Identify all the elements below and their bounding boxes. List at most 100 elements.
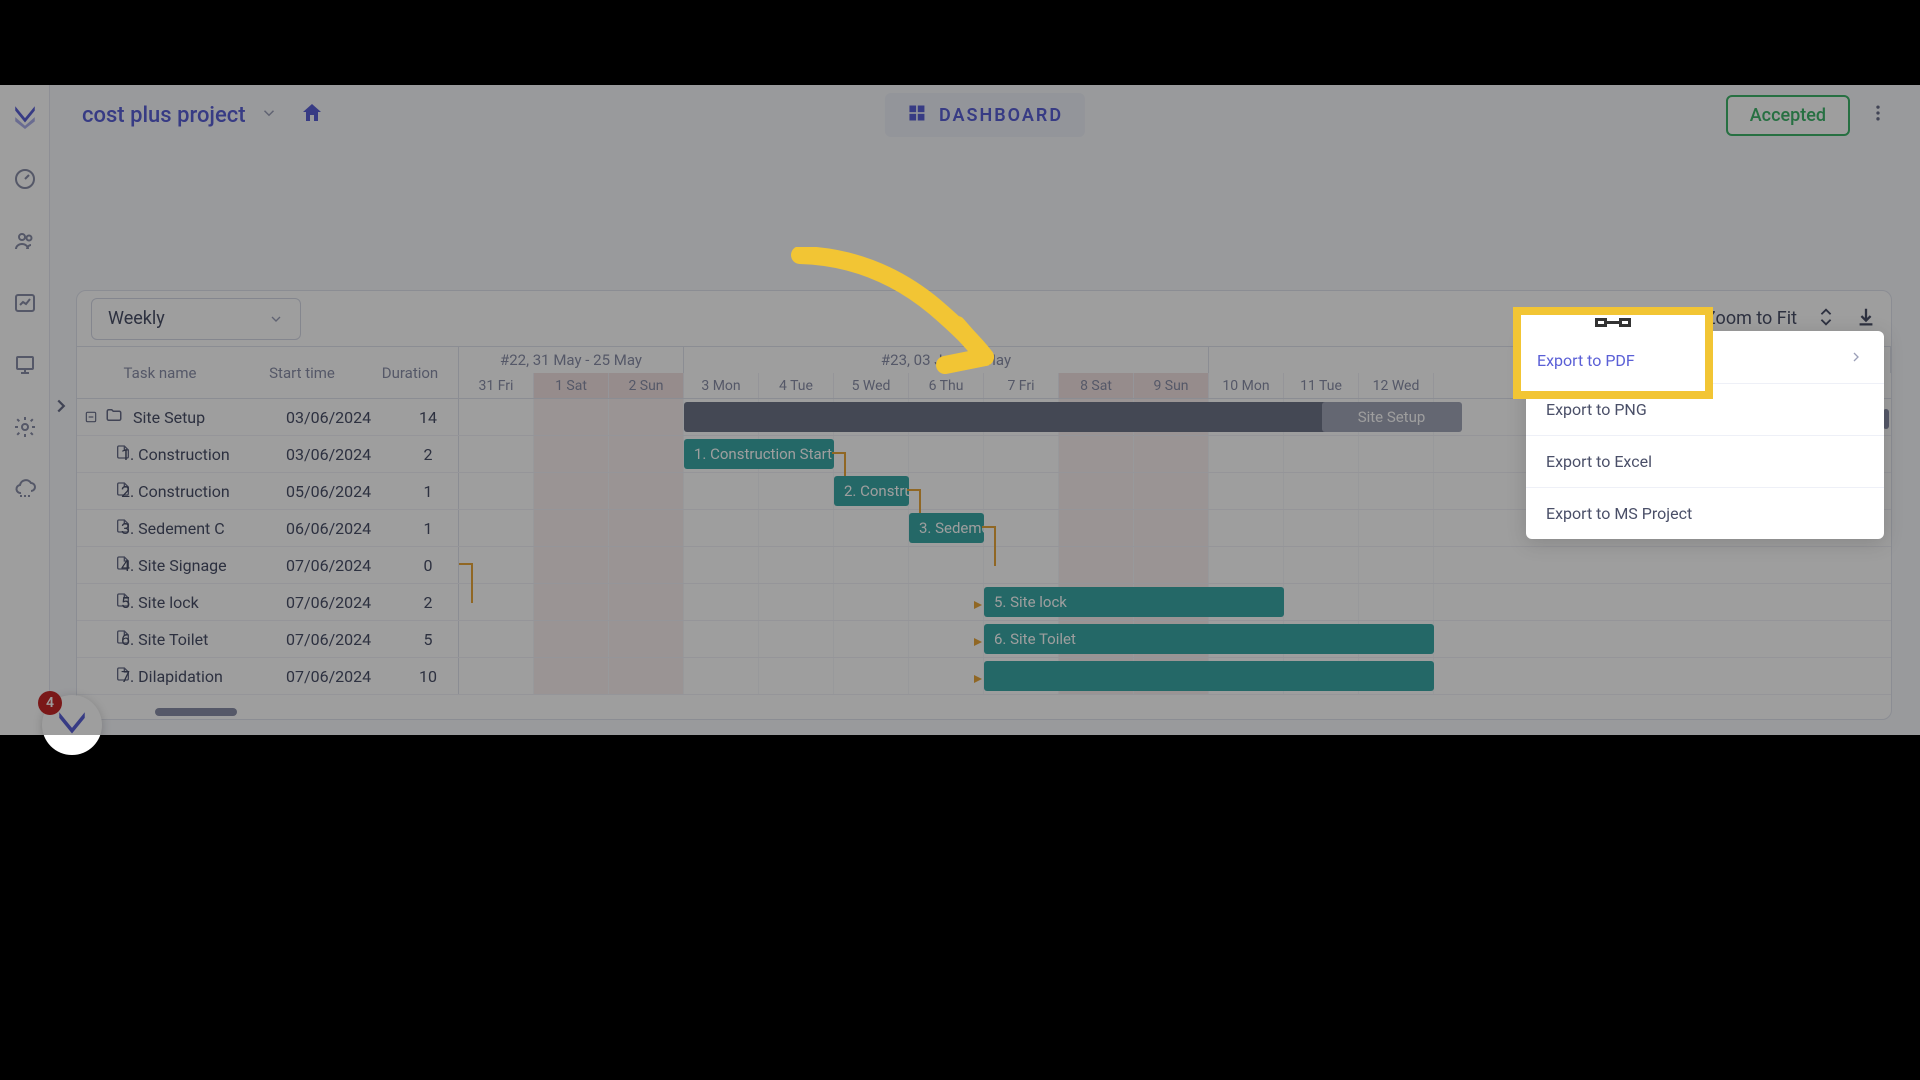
horizontal-scrollbar[interactable] <box>155 708 237 716</box>
task-duration: 5 <box>398 630 458 649</box>
day-cell: 10 Mon <box>1209 373 1284 398</box>
export-png[interactable]: Export to PNG <box>1526 384 1884 436</box>
task-duration: 2 <box>398 445 458 464</box>
day-cell: 2 Sun <box>609 373 684 398</box>
day-cell: 5 Wed <box>834 373 909 398</box>
collapse-icon[interactable] <box>77 410 105 424</box>
dependency-arrow <box>972 670 984 689</box>
day-cell: 11 Tue <box>1284 373 1359 398</box>
file-icon <box>77 555 115 575</box>
task-start: 07/06/2024 <box>280 630 398 649</box>
task-name: 3. Sedement C <box>121 519 280 538</box>
task-start: 07/06/2024 <box>280 556 398 575</box>
file-icon <box>77 518 115 538</box>
gantt-bar[interactable]: 3. Sedement <box>909 513 984 543</box>
task-row[interactable]: 5. Site lock07/06/202425. Site lock <box>77 584 1891 621</box>
notification-badge[interactable]: 4 <box>42 695 102 755</box>
task-name: 7. Dilapidation <box>121 667 280 686</box>
week-cell: #22, 31 May - 25 May <box>459 347 684 373</box>
zoom-to-fit-button[interactable]: Zoom to Fit <box>1705 308 1797 329</box>
export-menu: Export Export to PNG Export to Excel Exp… <box>1526 331 1884 539</box>
more-menu-icon[interactable] <box>1868 103 1888 127</box>
task-start: 07/06/2024 <box>280 593 398 612</box>
dashboard-tab[interactable]: DASHBOARD <box>885 93 1085 137</box>
task-start: 03/06/2024 <box>280 445 398 464</box>
gantt-summary-label: Site Setup <box>1322 402 1462 432</box>
task-duration: 1 <box>398 519 458 538</box>
expand-sidebar-icon[interactable] <box>50 395 72 417</box>
home-icon[interactable] <box>300 101 324 129</box>
task-row[interactable]: 4. Site Signage07/06/20240 <box>77 547 1891 584</box>
task-name: 4. Site Signage <box>121 556 280 575</box>
col-start-time: Start time <box>243 364 361 382</box>
header-bar: cost plus project DASHBOARD Accepted <box>50 85 1920 145</box>
task-name: 2. Construction <box>121 482 280 501</box>
file-icon <box>77 592 115 612</box>
week-cell: #23, 03 Jun - 1 May <box>684 347 1209 373</box>
task-duration: 0 <box>398 556 458 575</box>
accepted-status[interactable]: Accepted <box>1726 95 1850 136</box>
gauge-icon[interactable] <box>13 167 37 195</box>
gantt-bar[interactable]: 5. Site lock <box>984 587 1284 617</box>
task-name: 1. Construction <box>121 445 280 464</box>
day-cell: 4 Tue <box>759 373 834 398</box>
day-cell: 12 Wed <box>1359 373 1434 398</box>
chart-icon[interactable] <box>13 291 37 319</box>
task-row[interactable]: 6. Site Toilet07/06/202456. Site Toilet <box>77 621 1891 658</box>
day-cell: 31 Fri <box>459 373 534 398</box>
task-duration: 2 <box>398 593 458 612</box>
gantt-bar[interactable]: 1. Construction Start <box>684 439 834 469</box>
export-menu-header[interactable]: Export <box>1526 331 1884 384</box>
folder-icon <box>105 406 127 428</box>
gantt-bar[interactable] <box>984 661 1434 691</box>
day-cell: 3 Mon <box>684 373 759 398</box>
project-dropdown-caret[interactable] <box>260 104 278 126</box>
file-icon <box>77 666 115 686</box>
app-logo[interactable] <box>12 103 38 133</box>
view-mode-select[interactable]: Weekly <box>91 298 301 340</box>
file-icon <box>77 444 115 464</box>
task-duration: 1 <box>398 482 458 501</box>
badge-count: 4 <box>38 691 62 715</box>
chevron-right-icon <box>1848 349 1864 365</box>
dependency-arrow <box>972 596 984 615</box>
chevron-down-icon <box>268 311 284 327</box>
presentation-icon[interactable] <box>13 353 37 381</box>
people-icon[interactable] <box>13 229 37 257</box>
task-start: 05/06/2024 <box>280 482 398 501</box>
gantt-bar[interactable]: 2. Construct <box>834 476 909 506</box>
dependency-arrow <box>972 633 984 652</box>
export-excel[interactable]: Export to Excel <box>1526 436 1884 488</box>
task-start: 03/06/2024 <box>280 408 398 427</box>
day-cell: 7 Fri <box>984 373 1059 398</box>
file-icon <box>77 481 115 501</box>
day-cell: 8 Sat <box>1059 373 1134 398</box>
day-cell: 9 Sun <box>1134 373 1209 398</box>
task-row[interactable]: 7. Dilapidation07/06/202410 <box>77 658 1891 695</box>
view-mode-value: Weekly <box>108 308 165 329</box>
col-duration: Duration <box>361 364 459 382</box>
left-rail <box>0 85 50 735</box>
download-icon[interactable] <box>1855 306 1877 332</box>
export-msproject[interactable]: Export to MS Project <box>1526 488 1884 539</box>
project-name[interactable]: cost plus project <box>82 103 246 128</box>
cloud-icon[interactable] <box>13 477 37 505</box>
dashboard-label: DASHBOARD <box>939 105 1063 126</box>
collapse-icon[interactable] <box>1815 306 1837 332</box>
critical-path-icon[interactable] <box>1665 306 1687 332</box>
file-icon <box>77 629 115 649</box>
day-cell: 6 Thu <box>909 373 984 398</box>
task-name: 6. Site Toilet <box>121 630 280 649</box>
task-start: 07/06/2024 <box>280 667 398 686</box>
col-task-name: Task name <box>77 364 243 382</box>
gear-icon[interactable] <box>13 415 37 443</box>
app-frame: cost plus project DASHBOARD Accepted Wee… <box>0 85 1920 735</box>
gantt-bar[interactable]: 6. Site Toilet <box>984 624 1434 654</box>
dashboard-icon <box>907 103 927 127</box>
task-name: 5. Site lock <box>121 593 280 612</box>
task-duration: 14 <box>398 408 458 427</box>
task-name: Site Setup <box>133 408 280 427</box>
task-duration: 10 <box>398 667 458 686</box>
day-cell: 1 Sat <box>534 373 609 398</box>
task-start: 06/06/2024 <box>280 519 398 538</box>
